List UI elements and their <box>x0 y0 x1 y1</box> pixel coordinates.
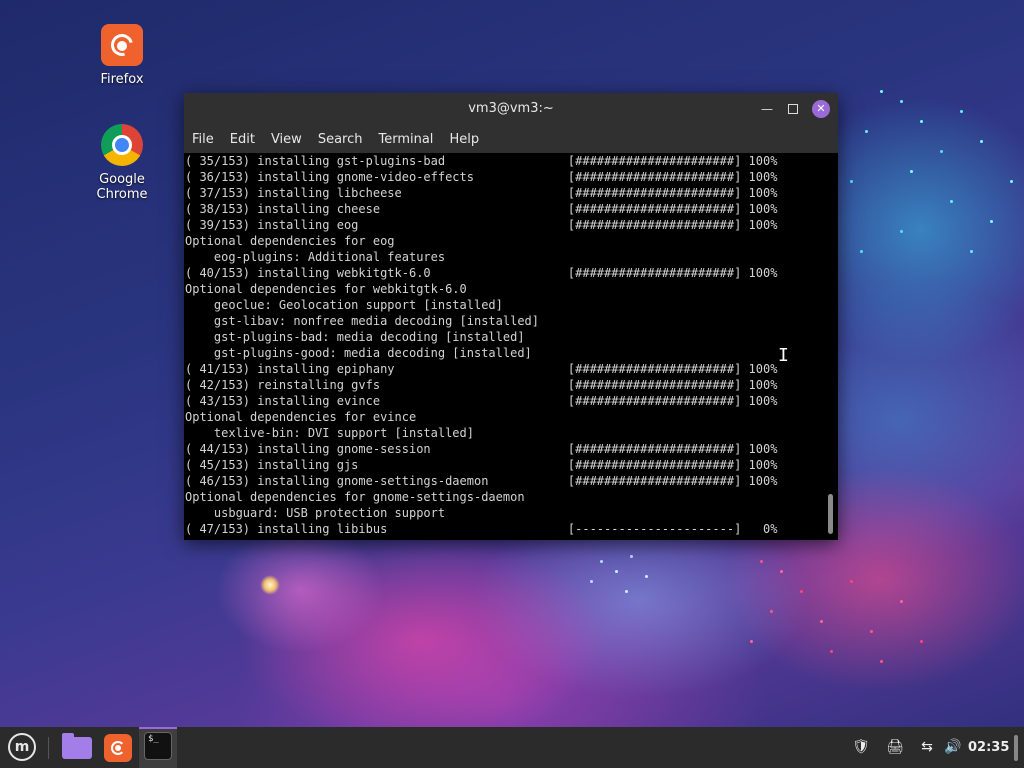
linux-mint-icon: m <box>8 733 36 761</box>
minimize-button[interactable]: — <box>758 100 776 118</box>
menu-help[interactable]: Help <box>449 132 479 147</box>
taskbar-firefox[interactable] <box>102 731 134 764</box>
menu-file[interactable]: File <box>192 132 214 147</box>
window-title: vm3@vm3:~ <box>468 101 554 116</box>
network-icon[interactable]: ⇆ <box>916 727 938 768</box>
text-cursor-icon: I <box>778 345 789 366</box>
maximize-button[interactable] <box>784 100 802 118</box>
terminal-output[interactable]: ( 35/153) installing gst-plugins-bad [##… <box>184 153 824 540</box>
menu-view[interactable]: View <box>271 132 302 147</box>
taskbar-separator <box>48 737 49 759</box>
clock[interactable]: 02:35 <box>968 727 1009 768</box>
firework-sparks <box>760 560 763 563</box>
taskbar: m $_ 🛡 🖨 ⇆ 🔊 02:35 <box>0 727 1024 768</box>
scrollbar-thumb[interactable] <box>828 494 833 534</box>
window-titlebar[interactable]: vm3@vm3:~ — ✕ <box>184 93 838 125</box>
desktop-icon-google-chrome[interactable]: Google Chrome <box>72 124 172 202</box>
printer-icon[interactable]: 🖨 <box>884 727 906 768</box>
show-desktop-button[interactable] <box>1014 735 1018 761</box>
desktop-icon-label: Firefox <box>100 72 144 87</box>
desktop-icon-label: Google Chrome <box>96 172 148 202</box>
terminal-icon: $_ <box>144 732 172 760</box>
menu-terminal[interactable]: Terminal <box>378 132 433 147</box>
terminal-window[interactable]: vm3@vm3:~ — ✕ File Edit View Search Term… <box>184 93 838 540</box>
menu-edit[interactable]: Edit <box>230 132 255 147</box>
chrome-icon <box>101 124 143 166</box>
firework-sparks <box>600 560 603 563</box>
shield-icon[interactable]: 🛡 <box>850 727 872 768</box>
close-button[interactable]: ✕ <box>812 100 830 118</box>
terminal-text: ( 35/153) installing gst-plugins-bad [##… <box>185 154 778 536</box>
terminal-scrollbar[interactable] <box>824 153 838 540</box>
firework-burst <box>260 575 280 595</box>
menu-button[interactable]: m <box>6 731 38 764</box>
taskbar-terminal[interactable]: $_ <box>139 727 177 768</box>
firework-sparks <box>880 90 883 93</box>
volume-icon[interactable]: 🔊 <box>942 727 964 768</box>
taskbar-files[interactable] <box>62 731 94 764</box>
desktop-icon-firefox[interactable]: Firefox <box>72 24 172 87</box>
folder-icon <box>62 733 92 759</box>
menu-bar: File Edit View Search Terminal Help <box>184 125 838 153</box>
firefox-icon <box>104 734 132 762</box>
maximize-icon <box>788 104 798 114</box>
menu-search[interactable]: Search <box>318 132 363 147</box>
firefox-icon <box>101 24 143 66</box>
active-indicator <box>139 727 177 729</box>
